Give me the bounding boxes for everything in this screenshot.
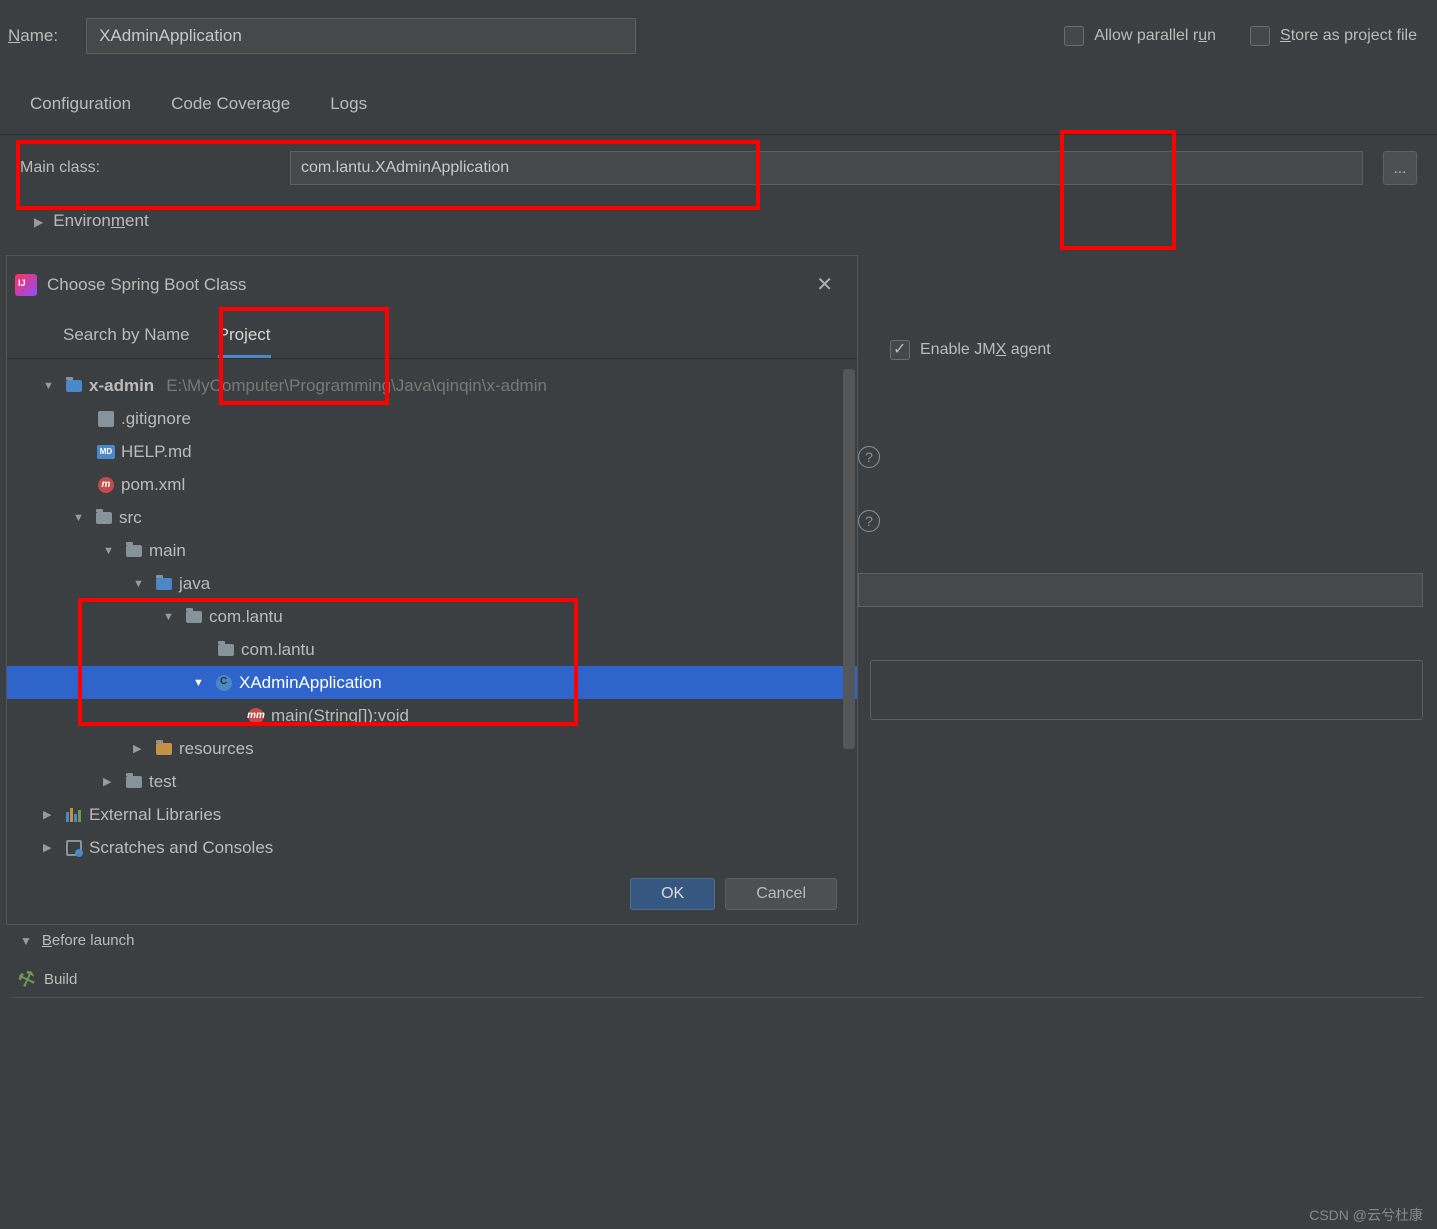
tab-configuration[interactable]: Configuration	[30, 94, 131, 122]
config-tabs: Configuration Code Coverage Logs	[0, 54, 1437, 135]
before-launch-label: Before launch	[42, 932, 135, 949]
tree-item-help-md[interactable]: MD HELP.md	[7, 435, 857, 468]
cancel-button[interactable]: Cancel	[725, 878, 837, 910]
checkbox-icon	[890, 340, 910, 360]
environment-expander[interactable]: Environment	[0, 201, 1437, 241]
project-tree[interactable]: ▼ x-admin E:\MyComputer\Programming\Java…	[7, 359, 857, 864]
checkbox-icon	[1064, 26, 1084, 46]
browse-main-class-button[interactable]: ...	[1383, 151, 1417, 185]
watermark: CSDN @云兮杜康	[1309, 1205, 1423, 1225]
help-icon[interactable]: ?	[858, 510, 880, 532]
choose-spring-boot-class-dialog: Choose Spring Boot Class ✕ Search by Nam…	[6, 255, 858, 925]
ok-button[interactable]: OK	[630, 878, 715, 910]
scrollbar[interactable]	[843, 369, 855, 864]
main-class-input[interactable]	[290, 151, 1363, 185]
store-as-project-label: Store as project file	[1280, 27, 1417, 45]
intellij-icon	[15, 274, 37, 296]
enable-jmx-agent-checkbox[interactable]: Enable JMX agent	[890, 340, 1051, 360]
tree-item-main[interactable]: ▼ main	[7, 534, 857, 567]
tree-item-scratches[interactable]: ▶ Scratches and Consoles	[7, 831, 857, 864]
environment-label: Environment	[53, 211, 148, 231]
tree-item-test[interactable]: ▶ test	[7, 765, 857, 798]
close-icon[interactable]: ✕	[812, 272, 837, 297]
tree-item-package[interactable]: com.lantu	[7, 633, 857, 666]
before-launch-expander[interactable]: Before launch	[20, 932, 134, 949]
name-input[interactable]	[86, 18, 636, 54]
partial-box	[870, 660, 1423, 720]
dialog-title: Choose Spring Boot Class	[47, 275, 802, 295]
partial-input[interactable]	[858, 573, 1423, 607]
tab-project[interactable]: Project	[218, 325, 271, 358]
main-class-label: Main class:	[20, 159, 270, 177]
tree-item-src[interactable]: ▼ src	[7, 501, 857, 534]
allow-parallel-run-checkbox[interactable]: Allow parallel run	[1064, 26, 1216, 46]
tree-item-java[interactable]: ▼ java	[7, 567, 857, 600]
checkbox-icon	[1250, 26, 1270, 46]
hammer-icon: ⚒	[14, 965, 39, 995]
tab-logs[interactable]: Logs	[330, 94, 367, 122]
build-label: Build	[44, 971, 77, 988]
tree-item-external-libraries[interactable]: ▶ External Libraries	[7, 798, 857, 831]
tab-code-coverage[interactable]: Code Coverage	[171, 94, 290, 122]
tab-search-by-name[interactable]: Search by Name	[63, 325, 190, 358]
allow-parallel-label: Allow parallel run	[1094, 27, 1216, 45]
build-task-row[interactable]: ⚒ Build	[12, 962, 1423, 998]
tree-item-xadminapplication[interactable]: ▼ XAdminApplication	[7, 666, 857, 699]
enable-jmx-label: Enable JMX agent	[920, 341, 1051, 359]
help-icon[interactable]: ?	[858, 446, 880, 468]
tree-item-main-method[interactable]: m main(String[]):void	[7, 699, 857, 732]
store-as-project-file-checkbox[interactable]: Store as project file	[1250, 26, 1417, 46]
name-label: Name:	[8, 26, 58, 46]
tree-item-pom[interactable]: m pom.xml	[7, 468, 857, 501]
chevron-down-icon	[20, 932, 32, 949]
tree-item-package[interactable]: ▼ com.lantu	[7, 600, 857, 633]
chevron-right-icon	[34, 213, 43, 230]
tree-root[interactable]: ▼ x-admin E:\MyComputer\Programming\Java…	[7, 369, 857, 402]
tree-item-resources[interactable]: ▶ resources	[7, 732, 857, 765]
tree-item-gitignore[interactable]: .gitignore	[7, 402, 857, 435]
